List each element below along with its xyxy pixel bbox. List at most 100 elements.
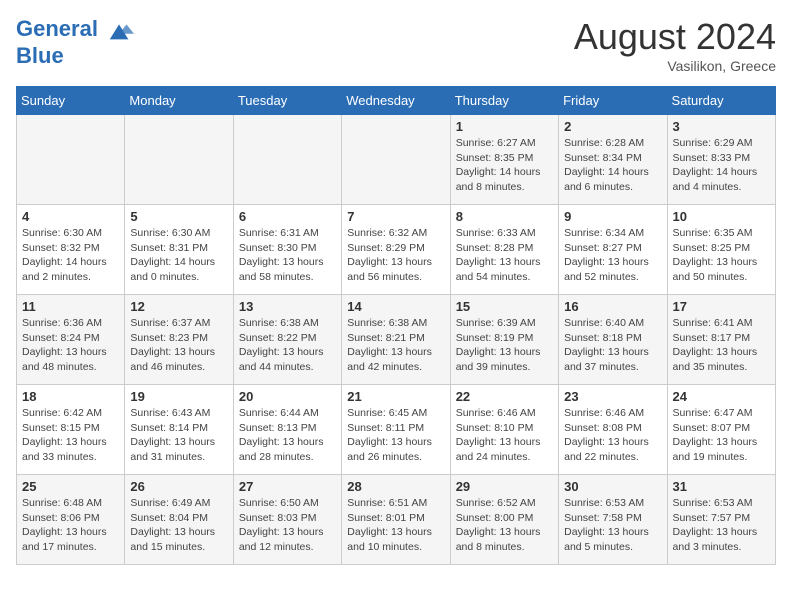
day-number: 17	[673, 299, 770, 314]
calendar-week-1: 1 Sunrise: 6:27 AMSunset: 8:35 PMDaylight…	[17, 115, 776, 205]
day-info: Sunrise: 6:50 AMSunset: 8:03 PMDaylight:…	[239, 496, 336, 555]
day-info: Sunrise: 6:53 AMSunset: 7:58 PMDaylight:…	[564, 496, 661, 555]
calendar-week-5: 25Sunrise: 6:48 AMSunset: 8:06 PMDayligh…	[17, 475, 776, 565]
calendar-cell: 26 Sunrise: 6:49 AMSunset: 8:04 PMDayligh…	[125, 475, 233, 565]
day-info: Sunrise: 6:43 AMSunset: 8:14 PMDaylight:…	[130, 406, 227, 465]
day-info: Sunrise: 6:37 AMSunset: 8:23 PMDaylight:…	[130, 316, 227, 375]
calendar-cell: 11 Sunrise: 6:36 AMSunset: 8:24 PMDayligh…	[17, 295, 125, 385]
day-info: Sunrise: 6:51 AMSunset: 8:01 PMDaylight:…	[347, 496, 444, 555]
day-number: 11	[22, 299, 119, 314]
day-info: Sunrise: 6:38 AMSunset: 8:22 PMDaylight:…	[239, 316, 336, 375]
day-info: Sunrise: 6:27 AMSunset: 8:35 PMDaylight:…	[456, 136, 553, 195]
day-number: 13	[239, 299, 336, 314]
calendar-cell: 17 Sunrise: 6:41 AMSunset: 8:17 PMDayligh…	[667, 295, 775, 385]
calendar-cell: 23 Sunrise: 6:46 AMSunset: 8:08 PMDayligh…	[559, 385, 667, 475]
day-number: 24	[673, 389, 770, 404]
day-info: Sunrise: 6:45 AMSunset: 8:11 PMDaylight:…	[347, 406, 444, 465]
day-number: 9	[564, 209, 661, 224]
day-info: Sunrise: 6:46 AMSunset: 8:08 PMDaylight:…	[564, 406, 661, 465]
day-number: 7	[347, 209, 444, 224]
calendar-cell: 14 Sunrise: 6:38 AMSunset: 8:21 PMDayligh…	[342, 295, 450, 385]
day-info: Sunrise: 6:31 AMSunset: 8:30 PMDaylight:…	[239, 226, 336, 285]
calendar-cell: 12 Sunrise: 6:37 AMSunset: 8:23 PMDayligh…	[125, 295, 233, 385]
day-info: Sunrise: 6:41 AMSunset: 8:17 PMDaylight:…	[673, 316, 770, 375]
calendar-body: 1 Sunrise: 6:27 AMSunset: 8:35 PMDaylight…	[17, 115, 776, 565]
day-info: Sunrise: 6:30 AMSunset: 8:31 PMDaylight:…	[130, 226, 227, 285]
calendar-cell: 27 Sunrise: 6:50 AMSunset: 8:03 PMDayligh…	[233, 475, 341, 565]
calendar-cell: 8 Sunrise: 6:33 AMSunset: 8:28 PMDaylight…	[450, 205, 558, 295]
day-info: Sunrise: 6:39 AMSunset: 8:19 PMDaylight:…	[456, 316, 553, 375]
logo: General Blue	[16, 16, 134, 68]
calendar-cell: 5 Sunrise: 6:30 AMSunset: 8:31 PMDaylight…	[125, 205, 233, 295]
calendar-cell: 21 Sunrise: 6:45 AMSunset: 8:11 PMDayligh…	[342, 385, 450, 475]
weekday-row: SundayMondayTuesdayWednesdayThursdayFrid…	[17, 87, 776, 115]
day-number: 26	[130, 479, 227, 494]
day-number: 16	[564, 299, 661, 314]
day-number: 22	[456, 389, 553, 404]
page-header: General Blue August 2024 Vasilikon, Gree…	[16, 16, 776, 74]
day-info: Sunrise: 6:28 AMSunset: 8:34 PMDaylight:…	[564, 136, 661, 195]
calendar-cell	[233, 115, 341, 205]
day-info: Sunrise: 6:36 AMSunset: 8:24 PMDaylight:…	[22, 316, 119, 375]
logo-line2: Blue	[16, 44, 134, 68]
day-info: Sunrise: 6:38 AMSunset: 8:21 PMDaylight:…	[347, 316, 444, 375]
day-info: Sunrise: 6:33 AMSunset: 8:28 PMDaylight:…	[456, 226, 553, 285]
day-number: 19	[130, 389, 227, 404]
day-number: 31	[673, 479, 770, 494]
calendar-cell: 9Sunrise: 6:34 AMSunset: 8:27 PMDaylight…	[559, 205, 667, 295]
day-info: Sunrise: 6:47 AMSunset: 8:07 PMDaylight:…	[673, 406, 770, 465]
title-block: August 2024 Vasilikon, Greece	[574, 16, 776, 74]
calendar-cell: 29Sunrise: 6:52 AMSunset: 8:00 PMDayligh…	[450, 475, 558, 565]
day-number: 4	[22, 209, 119, 224]
day-info: Sunrise: 6:40 AMSunset: 8:18 PMDaylight:…	[564, 316, 661, 375]
day-info: Sunrise: 6:53 AMSunset: 7:57 PMDaylight:…	[673, 496, 770, 555]
calendar-cell: 19 Sunrise: 6:43 AMSunset: 8:14 PMDayligh…	[125, 385, 233, 475]
day-number: 14	[347, 299, 444, 314]
day-number: 29	[456, 479, 553, 494]
day-info: Sunrise: 6:46 AMSunset: 8:10 PMDaylight:…	[456, 406, 553, 465]
day-number: 20	[239, 389, 336, 404]
day-number: 27	[239, 479, 336, 494]
day-info: Sunrise: 6:49 AMSunset: 8:04 PMDaylight:…	[130, 496, 227, 555]
calendar-week-4: 18 Sunrise: 6:42 AMSunset: 8:15 PMDayligh…	[17, 385, 776, 475]
day-number: 8	[456, 209, 553, 224]
day-number: 18	[22, 389, 119, 404]
day-number: 21	[347, 389, 444, 404]
calendar-cell: 15 Sunrise: 6:39 AMSunset: 8:19 PMDayligh…	[450, 295, 558, 385]
calendar-cell: 7 Sunrise: 6:32 AMSunset: 8:29 PMDaylight…	[342, 205, 450, 295]
weekday-header-tuesday: Tuesday	[233, 87, 341, 115]
day-number: 2	[564, 119, 661, 134]
weekday-header-sunday: Sunday	[17, 87, 125, 115]
location: Vasilikon, Greece	[574, 58, 776, 74]
day-number: 23	[564, 389, 661, 404]
calendar-cell	[125, 115, 233, 205]
calendar-cell: 2 Sunrise: 6:28 AMSunset: 8:34 PMDaylight…	[559, 115, 667, 205]
day-number: 6	[239, 209, 336, 224]
calendar-cell: 16 Sunrise: 6:40 AMSunset: 8:18 PMDayligh…	[559, 295, 667, 385]
day-info: Sunrise: 6:42 AMSunset: 8:15 PMDaylight:…	[22, 406, 119, 465]
calendar-week-2: 4Sunrise: 6:30 AMSunset: 8:32 PMDaylight…	[17, 205, 776, 295]
calendar-table: SundayMondayTuesdayWednesdayThursdayFrid…	[16, 86, 776, 565]
calendar-cell: 30 Sunrise: 6:53 AMSunset: 7:58 PMDayligh…	[559, 475, 667, 565]
day-number: 10	[673, 209, 770, 224]
calendar-week-3: 11 Sunrise: 6:36 AMSunset: 8:24 PMDayligh…	[17, 295, 776, 385]
day-info: Sunrise: 6:32 AMSunset: 8:29 PMDaylight:…	[347, 226, 444, 285]
calendar-cell: 28Sunrise: 6:51 AMSunset: 8:01 PMDayligh…	[342, 475, 450, 565]
weekday-header-saturday: Saturday	[667, 87, 775, 115]
calendar-cell: 13 Sunrise: 6:38 AMSunset: 8:22 PMDayligh…	[233, 295, 341, 385]
day-number: 3	[673, 119, 770, 134]
day-number: 30	[564, 479, 661, 494]
day-info: Sunrise: 6:44 AMSunset: 8:13 PMDaylight:…	[239, 406, 336, 465]
calendar-cell: 20 Sunrise: 6:44 AMSunset: 8:13 PMDayligh…	[233, 385, 341, 475]
calendar-header: SundayMondayTuesdayWednesdayThursdayFrid…	[17, 87, 776, 115]
weekday-header-wednesday: Wednesday	[342, 87, 450, 115]
day-number: 5	[130, 209, 227, 224]
calendar-cell: 25Sunrise: 6:48 AMSunset: 8:06 PMDayligh…	[17, 475, 125, 565]
calendar-cell: 4Sunrise: 6:30 AMSunset: 8:32 PMDaylight…	[17, 205, 125, 295]
weekday-header-thursday: Thursday	[450, 87, 558, 115]
month-year: August 2024	[574, 16, 776, 58]
day-number: 15	[456, 299, 553, 314]
logo-icon	[106, 16, 134, 44]
day-number: 1	[456, 119, 553, 134]
day-number: 12	[130, 299, 227, 314]
